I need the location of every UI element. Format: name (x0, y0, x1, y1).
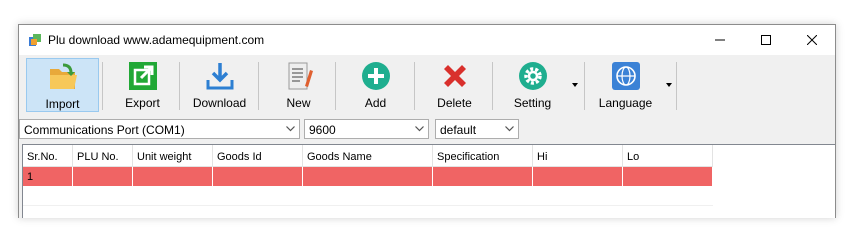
table-cell-specification[interactable] (433, 167, 533, 186)
baud-rate-select[interactable]: 9600 (304, 119, 429, 139)
delete-x-icon (443, 65, 466, 87)
setting-dropdown-arrow-icon[interactable] (572, 83, 578, 87)
window-title: Plu download www.adamequipment.com (48, 33, 265, 47)
table-cell-plu-no[interactable] (73, 167, 133, 186)
table-cell-sr-no[interactable]: 1 (23, 167, 73, 186)
delete-label: Delete (437, 96, 472, 110)
column-header-goods-name[interactable]: Goods Name (303, 145, 433, 167)
title-bar: Plu download www.adamequipment.com (19, 25, 835, 55)
table-cell-hi[interactable] (533, 167, 623, 186)
import-label: Import (45, 97, 80, 111)
download-button[interactable]: Download (183, 58, 256, 112)
toolbar-separator (102, 62, 103, 110)
download-icon (206, 63, 233, 90)
export-icon (128, 62, 157, 90)
chevron-down-icon (415, 126, 424, 132)
profile-value: default (440, 123, 477, 137)
toolbar-separator (492, 62, 493, 110)
download-label: Download (192, 96, 247, 110)
new-button[interactable]: New (262, 58, 335, 112)
column-header-goods-id[interactable]: Goods Id (213, 145, 303, 167)
add-button[interactable]: Add (339, 58, 412, 112)
column-header-hi[interactable]: Hi (533, 145, 623, 167)
table-cell-goods-name[interactable] (303, 167, 433, 186)
toolbar-separator (335, 62, 336, 110)
table-cell-unit-weight[interactable] (133, 167, 213, 186)
column-header-specification[interactable]: Specification (433, 145, 533, 167)
globe-icon (611, 62, 640, 90)
maximize-icon (761, 35, 771, 45)
toolbar-separator (414, 62, 415, 110)
empty-table-row (23, 205, 713, 218)
table-cell-lo[interactable] (623, 167, 713, 186)
export-button[interactable]: Export (106, 58, 179, 112)
close-button[interactable] (789, 25, 835, 55)
language-button[interactable]: Language (588, 58, 663, 112)
table-cell-goods-id[interactable] (213, 167, 303, 186)
export-label: Export (125, 96, 160, 110)
folder-open-icon (49, 63, 77, 89)
minimize-button[interactable] (697, 25, 743, 55)
plu-table[interactable]: Sr.No. PLU No. Unit weight Goods Id Good… (22, 144, 835, 218)
comm-port-select[interactable]: Communications Port (COM1) (19, 119, 300, 139)
setting-label: Setting (513, 96, 552, 110)
toolbar-separator (676, 62, 677, 110)
toolbar-separator (584, 62, 585, 110)
empty-table-row (23, 186, 713, 206)
toolbar: Import Export Download New Add Delete Se… (19, 55, 835, 113)
column-header-sr-no[interactable]: Sr.No. (23, 145, 73, 167)
column-header-lo[interactable]: Lo (623, 145, 713, 167)
column-header-unit-weight[interactable]: Unit weight (133, 145, 213, 167)
language-label: Language (598, 96, 653, 110)
comm-port-value: Communications Port (COM1) (24, 123, 185, 137)
close-icon (807, 35, 817, 45)
profile-select[interactable]: default (435, 119, 519, 139)
chevron-down-icon (286, 126, 295, 132)
maximize-button[interactable] (743, 25, 789, 55)
add-label: Add (364, 96, 387, 110)
column-header-plu-no[interactable]: PLU No. (73, 145, 133, 167)
baud-rate-value: 9600 (309, 123, 336, 137)
chevron-down-icon (505, 126, 514, 132)
app-icon (29, 34, 41, 46)
add-icon (361, 62, 390, 90)
toolbar-separator (258, 62, 259, 110)
setting-button[interactable]: Setting (496, 58, 569, 112)
gear-icon (518, 62, 547, 90)
delete-button[interactable]: Delete (418, 58, 491, 112)
minimize-icon (715, 39, 725, 41)
import-button[interactable]: Import (26, 58, 99, 112)
toolbar-separator (179, 62, 180, 110)
language-dropdown-arrow-icon[interactable] (666, 83, 672, 87)
new-label: New (286, 96, 311, 110)
new-document-icon (288, 62, 313, 90)
app-window: Plu download www.adamequipment.com Impor… (18, 24, 836, 218)
